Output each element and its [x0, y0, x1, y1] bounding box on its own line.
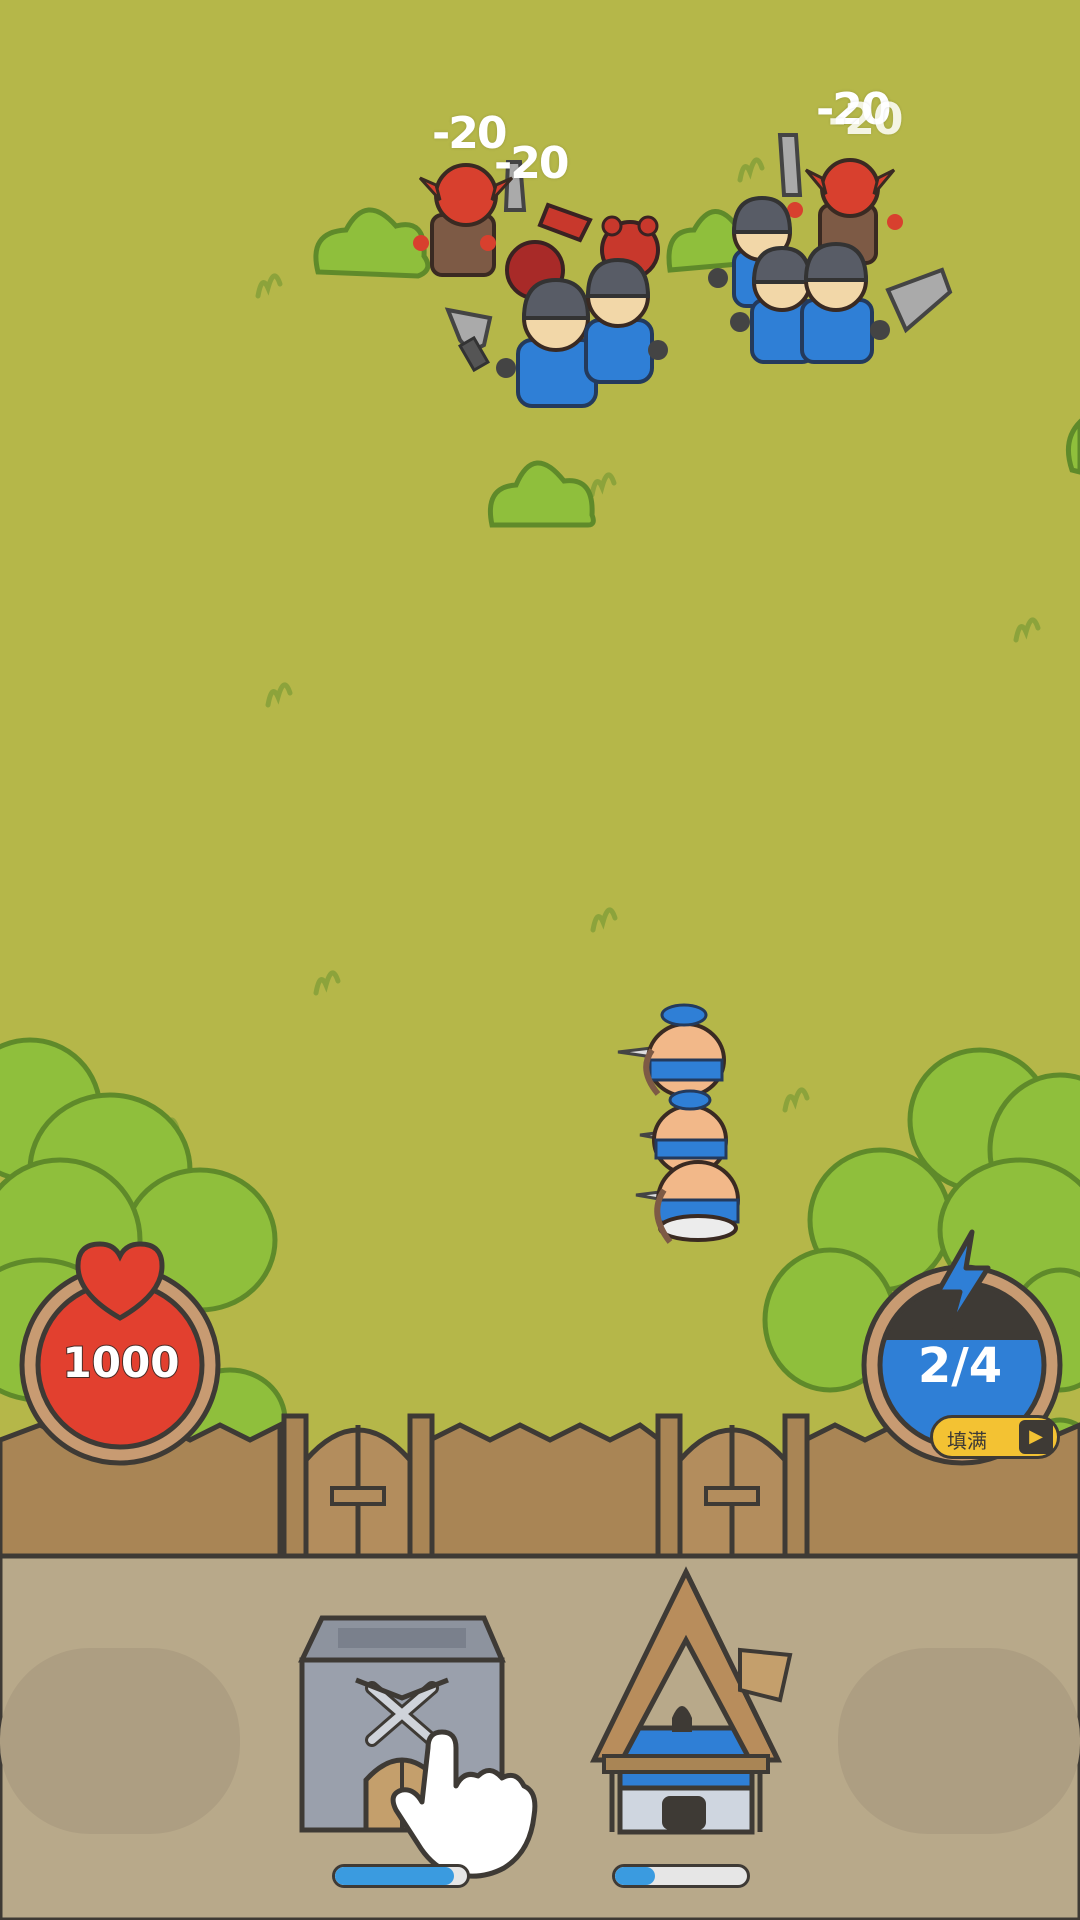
- fence-gate-left: [281, 1413, 435, 1561]
- locked-slot-right: [838, 1648, 1080, 1834]
- locked-slot-left: [0, 1648, 240, 1834]
- barracks-build-button[interactable]: [296, 1610, 508, 1836]
- video-ad-icon: ▶: [1019, 1420, 1053, 1454]
- fill-energy-label: 填满: [947, 1429, 987, 1453]
- battlefield: [0, 0, 1080, 1920]
- lives-counter: 1000: [62, 1337, 181, 1388]
- energy-counter: 2/4: [917, 1338, 1003, 1394]
- fill-energy-button[interactable]: 填满 ▶: [930, 1415, 1060, 1459]
- damage-popup: -20: [494, 138, 569, 189]
- damage-popup: -20: [828, 94, 903, 145]
- game-stage: -20 -20 -20 -20 1000 2/4 填满 ▶: [0, 0, 1080, 1920]
- archer-house-progress-fill: [615, 1867, 655, 1885]
- fence-gate-right: [655, 1413, 810, 1561]
- barracks-progress-bar: [332, 1864, 470, 1888]
- barracks-progress-fill: [335, 1867, 454, 1885]
- archer-house-build-button[interactable]: [590, 1568, 790, 1836]
- archer-house-progress-bar: [612, 1864, 750, 1888]
